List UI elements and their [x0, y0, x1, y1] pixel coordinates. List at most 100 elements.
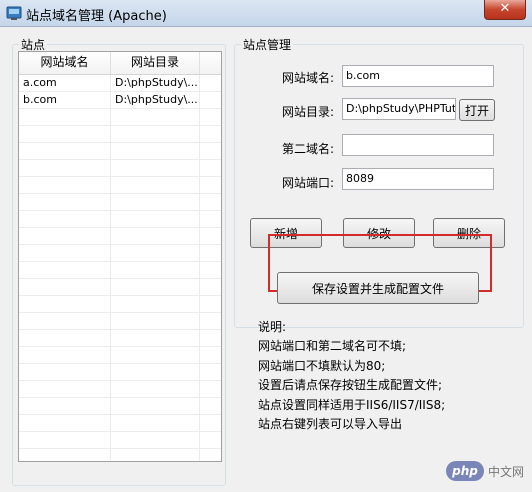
sites-list-rows: a.com D:\phpStudy\... b.com D:\phpStudy\…	[19, 75, 221, 461]
empty-cell	[200, 381, 221, 397]
empty-cell	[200, 398, 221, 414]
empty-cell	[200, 109, 221, 125]
empty-cell	[19, 415, 111, 431]
row-spacer	[200, 75, 221, 91]
empty-cell	[19, 330, 111, 346]
close-button[interactable]: ✕	[484, 0, 526, 20]
empty-row	[19, 126, 221, 143]
empty-row	[19, 194, 221, 211]
port-input[interactable]: 8089	[342, 168, 494, 190]
empty-cell	[19, 245, 111, 261]
title-bar[interactable]: 站点域名管理 (Apache) ✕	[0, 0, 532, 27]
empty-cell	[19, 177, 111, 193]
empty-cell	[19, 364, 111, 380]
row-directory: D:\phpStudy\...	[111, 92, 200, 108]
directory-label: 网站目录:	[281, 105, 334, 119]
empty-cell	[200, 347, 221, 363]
domain-label: 网站域名:	[281, 71, 334, 85]
row-domain: b.com	[19, 92, 111, 108]
empty-cell	[111, 245, 200, 261]
empty-row	[19, 449, 221, 461]
port-label: 网站端口:	[281, 176, 334, 190]
empty-row	[19, 415, 221, 432]
empty-row	[19, 313, 221, 330]
empty-row	[19, 398, 221, 415]
domain-input[interactable]: b.com	[342, 65, 494, 87]
empty-row	[19, 432, 221, 449]
notes-heading: 说明:	[258, 320, 287, 334]
sites-list-header: 网站域名 网站目录	[19, 52, 221, 75]
column-header-directory[interactable]: 网站目录	[111, 52, 200, 74]
empty-row	[19, 160, 221, 177]
empty-cell	[111, 364, 200, 380]
empty-row	[19, 177, 221, 194]
empty-cell	[200, 262, 221, 278]
empty-cell	[19, 262, 111, 278]
empty-cell	[111, 398, 200, 414]
empty-cell	[200, 364, 221, 380]
empty-cell	[19, 160, 111, 176]
row-domain: a.com	[19, 75, 111, 91]
empty-row	[19, 330, 221, 347]
empty-cell	[19, 449, 111, 461]
empty-cell	[19, 109, 111, 125]
empty-cell	[19, 296, 111, 312]
window-title: 站点域名管理 (Apache)	[26, 9, 167, 24]
watermark-text: 中文网	[487, 464, 524, 479]
empty-cell	[200, 415, 221, 431]
empty-cell	[111, 126, 200, 142]
empty-cell	[19, 194, 111, 210]
empty-cell	[111, 109, 200, 125]
empty-row	[19, 279, 221, 296]
sites-list[interactable]: 网站域名 网站目录 a.com D:\phpStudy\... b.com D:…	[18, 51, 222, 462]
row-directory: D:\phpStudy\...	[111, 75, 200, 91]
empty-row	[19, 109, 221, 126]
watermark: php 中文网	[445, 460, 524, 482]
empty-cell	[111, 313, 200, 329]
empty-cell	[111, 330, 200, 346]
empty-cell	[200, 143, 221, 159]
empty-cell	[200, 160, 221, 176]
second-domain-label: 第二域名:	[281, 142, 334, 156]
note-line: 站点设置同样适用于IIS6/IIS7/IIS8;	[258, 397, 446, 412]
row-spacer	[200, 92, 221, 108]
empty-row	[19, 364, 221, 381]
note-line: 网站端口和第二域名可不填;	[258, 339, 407, 354]
empty-cell	[19, 228, 111, 244]
php-logo: php	[445, 461, 484, 481]
empty-row	[19, 143, 221, 160]
column-header-spacer	[200, 52, 221, 74]
table-row[interactable]: a.com D:\phpStudy\...	[19, 75, 221, 92]
close-icon: ✕	[499, 1, 511, 16]
empty-cell	[19, 432, 111, 448]
empty-cell	[200, 432, 221, 448]
empty-cell	[19, 313, 111, 329]
empty-cell	[111, 449, 200, 461]
empty-cell	[200, 177, 221, 193]
second-domain-input[interactable]	[342, 134, 494, 156]
empty-cell	[111, 160, 200, 176]
empty-cell	[111, 194, 200, 210]
empty-cell	[111, 415, 200, 431]
empty-cell	[19, 398, 111, 414]
empty-cell	[19, 126, 111, 142]
open-directory-button[interactable]: 打开	[459, 99, 495, 121]
note-line: 站点右键列表可以导入导出	[258, 417, 403, 432]
empty-row	[19, 245, 221, 262]
column-header-domain[interactable]: 网站域名	[19, 52, 111, 74]
empty-row	[19, 381, 221, 398]
empty-cell	[111, 211, 200, 227]
empty-cell	[111, 177, 200, 193]
empty-cell	[111, 279, 200, 295]
empty-cell	[200, 296, 221, 312]
empty-cell	[19, 211, 111, 227]
empty-cell	[111, 262, 200, 278]
empty-cell	[111, 143, 200, 159]
table-row[interactable]: b.com D:\phpStudy\...	[19, 92, 221, 109]
save-config-button[interactable]: 保存设置并生成配置文件	[277, 272, 479, 304]
empty-cell	[19, 279, 111, 295]
empty-cell	[200, 313, 221, 329]
empty-cell	[200, 330, 221, 346]
directory-input[interactable]: D:\phpStudy\PHPTuto	[342, 98, 456, 120]
empty-cell	[200, 449, 221, 461]
